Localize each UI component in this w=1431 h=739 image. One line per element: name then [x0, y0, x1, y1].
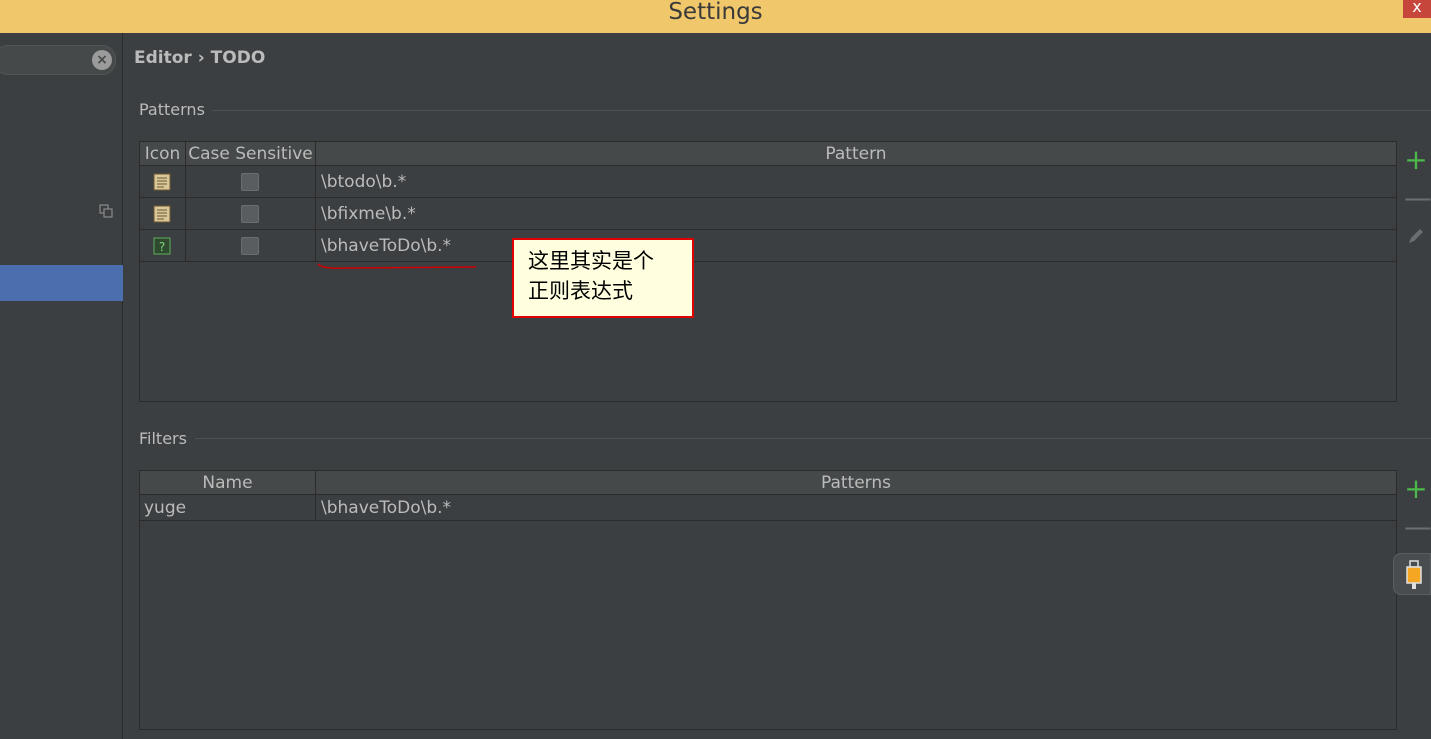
edit-filter-button[interactable]: [1393, 553, 1431, 595]
filters-section-title: Filters: [139, 429, 187, 448]
icon-cell: ?: [140, 230, 186, 262]
table-row[interactable]: ? \bhaveToDo\b.*: [140, 230, 1396, 262]
patterns-table-header: Icon Case Sensitive Pattern: [140, 142, 1396, 166]
filters-divider: [195, 438, 1431, 439]
red-underline-annotation: [317, 263, 477, 269]
filters-table-header: Name Patterns: [140, 471, 1396, 495]
case-sensitive-checkbox[interactable]: [241, 237, 259, 255]
table-row[interactable]: \btodo\b.*: [140, 166, 1396, 198]
column-header-pattern[interactable]: Pattern: [316, 142, 1396, 166]
clear-search-icon[interactable]: ×: [92, 50, 112, 70]
copy-icon[interactable]: [99, 204, 113, 218]
column-header-patterns[interactable]: Patterns: [316, 471, 1396, 495]
todo-doc-icon: [153, 205, 171, 223]
add-pattern-button[interactable]: +: [1404, 146, 1428, 174]
window-title: Settings: [668, 0, 763, 25]
breadcrumb-current: TODO: [210, 48, 266, 68]
case-sensitive-checkbox[interactable]: [241, 173, 259, 191]
icon-cell: [140, 198, 186, 230]
pattern-cell[interactable]: \bhaveToDo\b.*: [316, 230, 1396, 262]
filter-patterns-cell[interactable]: \bhaveToDo\b.*: [316, 495, 1396, 521]
case-sensitive-checkbox[interactable]: [241, 205, 259, 223]
case-sensitive-cell: [186, 166, 316, 198]
case-sensitive-cell: [186, 198, 316, 230]
breadcrumb: Editor › TODO: [134, 48, 265, 68]
icon-cell: [140, 166, 186, 198]
pattern-cell[interactable]: \btodo\b.*: [316, 166, 1396, 198]
pattern-cell[interactable]: \bfixme\b.*: [316, 198, 1396, 230]
table-row[interactable]: yuge \bhaveToDo\b.*: [140, 495, 1396, 521]
case-sensitive-cell: [186, 230, 316, 262]
column-header-icon[interactable]: Icon: [140, 142, 186, 166]
sidebar-item-todo-selected[interactable]: [0, 265, 123, 301]
column-header-name[interactable]: Name: [140, 471, 316, 495]
table-row[interactable]: \bfixme\b.*: [140, 198, 1396, 230]
filters-table[interactable]: Name Patterns yuge \bhaveToDo\b.*: [139, 470, 1397, 730]
callout-line-2: 正则表达式: [528, 279, 633, 303]
edit-pattern-pencil-icon[interactable]: [1406, 226, 1426, 246]
breadcrumb-separator: ›: [191, 48, 211, 68]
annotation-callout: 这里其实是个 正则表达式: [512, 238, 694, 318]
breadcrumb-parent: Editor: [134, 48, 192, 68]
add-filter-button[interactable]: +: [1404, 475, 1428, 503]
patterns-table[interactable]: Icon Case Sensitive Pattern \btodo\b.* \…: [139, 141, 1397, 402]
filter-name-cell[interactable]: yuge: [140, 495, 316, 521]
todo-doc-icon: [153, 173, 171, 191]
title-bar: Settings x: [0, 0, 1431, 33]
close-button[interactable]: x: [1403, 0, 1431, 18]
svg-text:?: ?: [159, 240, 165, 254]
patterns-divider: [212, 110, 1431, 111]
usb-edit-icon: [1406, 560, 1422, 589]
callout-line-1: 这里其实是个: [528, 249, 654, 273]
patterns-section-title: Patterns: [139, 100, 205, 119]
settings-sidebar: ×: [0, 33, 123, 739]
question-doc-icon: ?: [153, 237, 171, 255]
column-header-case-sensitive[interactable]: Case Sensitive: [186, 142, 316, 166]
search-input[interactable]: ×: [0, 45, 116, 75]
remove-pattern-button[interactable]: —: [1404, 184, 1431, 212]
remove-filter-button[interactable]: —: [1404, 513, 1431, 541]
